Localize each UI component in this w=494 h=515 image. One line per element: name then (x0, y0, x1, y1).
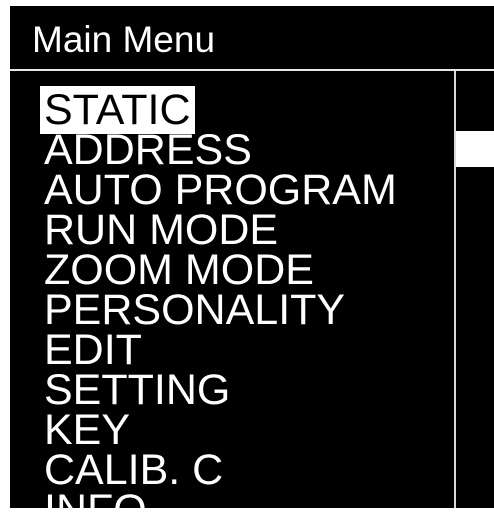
menu-item-label: INFO (40, 486, 151, 509)
menu-item-personality[interactable]: PERSONALITY (40, 289, 349, 332)
menu-item-setting[interactable]: SETTING (40, 369, 234, 412)
menu-item-static[interactable]: STATIC (40, 86, 195, 134)
menu-item-info[interactable]: INFO (40, 489, 151, 509)
title-bar: Main Menu (10, 6, 494, 71)
menu-item-edit[interactable]: EDIT (40, 329, 146, 372)
page-title: Main Menu (32, 19, 216, 60)
menu-item-address[interactable]: ADDRESS (40, 129, 256, 172)
menu-item-auto-program[interactable]: AUTO PROGRAM (40, 169, 401, 212)
menu-item-key[interactable]: KEY (40, 409, 134, 452)
scrollbar[interactable] (454, 71, 494, 508)
menu-item-zoom-mode[interactable]: ZOOM MODE (40, 249, 318, 292)
lcd-screen: Main Menu STATIC ADDRESS AUTO PROGRAM RU… (10, 6, 494, 508)
menu-item-calib-c[interactable]: CALIB. C (40, 449, 227, 492)
menu-item-run-mode[interactable]: RUN MODE (40, 209, 282, 252)
scrollbar-thumb[interactable] (456, 131, 494, 167)
title-divider (10, 69, 494, 71)
